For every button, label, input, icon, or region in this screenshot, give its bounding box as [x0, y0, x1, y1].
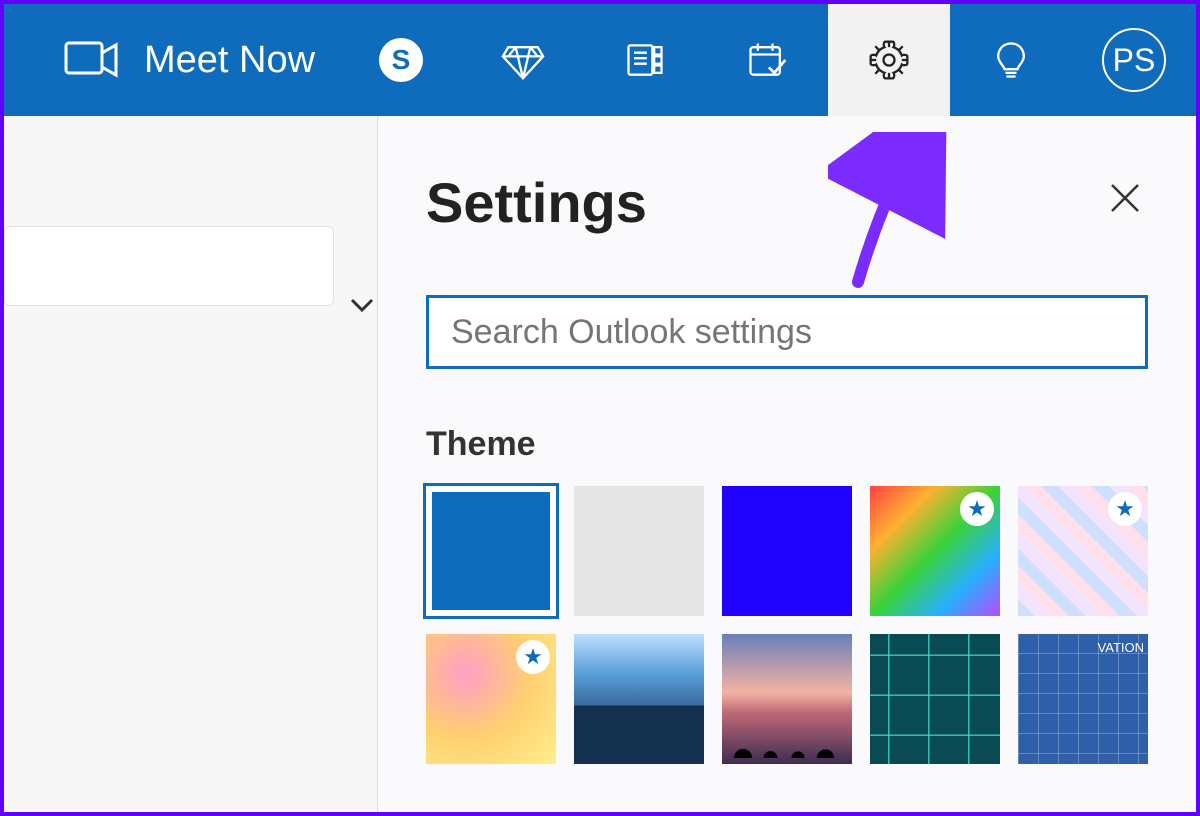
- diamond-icon: [501, 38, 545, 82]
- panel-title: Settings: [426, 170, 647, 235]
- theme-tile-grey[interactable]: [574, 486, 704, 616]
- nav-icons: S: [340, 4, 1196, 116]
- top-bar: Meet Now S: [4, 4, 1196, 116]
- chevron-down-icon: [348, 296, 376, 316]
- calendar-button[interactable]: [706, 4, 828, 116]
- tips-button[interactable]: [950, 4, 1072, 116]
- search-input[interactable]: [451, 313, 1123, 352]
- meet-now-button[interactable]: Meet Now: [64, 39, 315, 82]
- theme-tile-royal[interactable]: [722, 486, 852, 616]
- profile-initials: PS: [1113, 42, 1156, 79]
- theme-tile-blue[interactable]: [426, 486, 556, 616]
- theme-section-label: Theme: [426, 425, 1148, 464]
- star-icon: ★: [960, 492, 994, 526]
- settings-panel: Settings Theme ★ ★ ★: [378, 116, 1196, 812]
- gear-icon: [867, 38, 911, 82]
- theme-tile-mountain[interactable]: [574, 634, 704, 764]
- star-icon: ★: [1108, 492, 1142, 526]
- search-box[interactable]: [426, 295, 1148, 369]
- lightbulb-icon: [989, 38, 1033, 82]
- close-icon: [1108, 181, 1142, 215]
- premium-button[interactable]: [462, 4, 584, 116]
- theme-tile-rainbow[interactable]: ★: [870, 486, 1000, 616]
- calendar-check-icon: [745, 38, 789, 82]
- theme-grid: ★ ★ ★: [426, 486, 1148, 764]
- content-area: Settings Theme ★ ★ ★: [4, 116, 1196, 812]
- skype-button[interactable]: S: [340, 4, 462, 116]
- onenote-button[interactable]: [584, 4, 706, 116]
- star-icon: ★: [516, 640, 550, 674]
- video-icon: [64, 39, 120, 81]
- close-button[interactable]: [1108, 180, 1142, 225]
- expand-toggle[interactable]: [348, 296, 376, 321]
- profile-avatar[interactable]: PS: [1102, 28, 1166, 92]
- onenote-icon: [623, 38, 667, 82]
- theme-tile-blueprint[interactable]: [1018, 634, 1148, 764]
- panel-header: Settings: [426, 170, 1148, 235]
- theme-tile-unicorn[interactable]: ★: [426, 634, 556, 764]
- theme-tile-palms[interactable]: [722, 634, 852, 764]
- meet-now-label: Meet Now: [144, 39, 315, 82]
- settings-button[interactable]: [828, 4, 950, 116]
- theme-tile-circuit[interactable]: [870, 634, 1000, 764]
- left-column: [4, 116, 378, 812]
- left-panel-box: [4, 226, 334, 306]
- theme-tile-ribbons[interactable]: ★: [1018, 486, 1148, 616]
- skype-icon: S: [379, 38, 423, 82]
